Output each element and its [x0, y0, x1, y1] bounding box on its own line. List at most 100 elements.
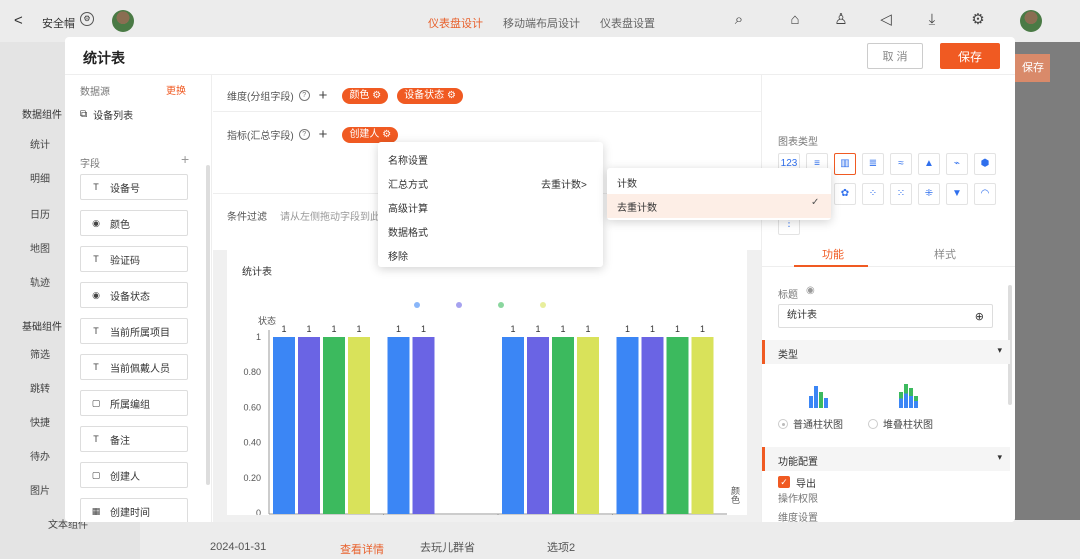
field-item[interactable]: T 设备号	[80, 174, 188, 200]
globe-icon[interactable]: ⊕	[975, 306, 984, 328]
submenu-item-distinct-count[interactable]: 去重计数	[617, 199, 657, 214]
filter-dropzone[interactable]: 请从左侧拖动字段到此	[280, 208, 380, 223]
sidebar-item-jump[interactable]: 跳转	[30, 380, 50, 395]
add-field-icon[interactable]: +	[181, 151, 189, 167]
filter-label: 条件过滤	[227, 212, 267, 223]
radio-selected[interactable]	[778, 418, 788, 429]
date-field-icon: ▦	[91, 505, 101, 516]
field-item[interactable]: ▢ 创建人	[80, 462, 188, 488]
chart-type-icon[interactable]: ✿	[834, 183, 856, 205]
sidebar-item-map[interactable]: 地图	[30, 240, 50, 255]
add-dimension-icon[interactable]: +	[319, 87, 328, 104]
announce-icon[interactable]: ◁	[877, 11, 895, 29]
tab-style[interactable]: 样式	[934, 246, 956, 262]
field-item[interactable]: T 当前所属项目	[80, 318, 188, 344]
chart-type-icon[interactable]: ⁙	[890, 183, 912, 205]
sidebar-item-todo[interactable]: 待办	[30, 448, 50, 463]
export-checkbox[interactable]: ✓	[778, 476, 790, 488]
data-label: 1	[510, 324, 515, 334]
help-icon[interactable]: ?	[298, 129, 310, 140]
title-label: 标题	[778, 290, 798, 301]
sidebar-item-track[interactable]: 轨迹	[30, 274, 50, 289]
tab-dashboard-settings[interactable]: 仪表盘设置	[600, 15, 655, 31]
field-item[interactable]: T 验证码	[80, 246, 188, 272]
dimension-chip[interactable]: 颜色 ⚙	[342, 87, 389, 104]
sidebar-item-image[interactable]: 图片	[30, 482, 50, 497]
field-item[interactable]: ▢ 所属编组	[80, 390, 188, 416]
tab-dashboard-design[interactable]: 仪表盘设计	[428, 15, 483, 31]
y-tick-label: 0.60	[243, 402, 261, 412]
save-button[interactable]: 保存	[940, 43, 1000, 69]
tab-function[interactable]: 功能	[822, 246, 844, 262]
data-label: 1	[650, 324, 655, 334]
chart-type-icon[interactable]: ≈	[890, 153, 912, 175]
radio-unselected[interactable]	[868, 418, 878, 429]
change-datasource-link[interactable]: 更换	[166, 82, 186, 97]
field-label: 设备状态	[110, 291, 150, 303]
chart-type-icon[interactable]: ◠	[974, 183, 996, 205]
field-label: 验证码	[110, 255, 140, 267]
user-avatar[interactable]	[1020, 10, 1042, 32]
sidebar-item-filter[interactable]: 筛选	[30, 346, 50, 361]
chart-type-icon[interactable]: ▥	[834, 153, 856, 175]
settings-icon[interactable]: ⚙	[969, 11, 987, 29]
legend-dot	[498, 302, 504, 308]
download-icon[interactable]: ⤓	[923, 11, 941, 29]
property-panel: 图表类型 123≡▥≣≈▲⌁⬢◕◯✿⁘⁙⁜▼◠⋮ 功能 样式 标题 ◉ 统计表 …	[761, 75, 1015, 522]
chart-type-icon[interactable]: ≣	[862, 153, 884, 175]
section-function[interactable]: 功能配置 ▾	[762, 447, 1010, 471]
field-item[interactable]: ▦ 创建时间	[80, 498, 188, 522]
bar	[641, 337, 664, 514]
stacked-bar-icon	[868, 384, 948, 408]
chart-type-icon[interactable]: ⌁	[946, 153, 968, 175]
dimension-chip[interactable]: 设备状态 ⚙	[397, 87, 463, 104]
field-item[interactable]: ◉ 颜色	[80, 210, 188, 236]
chart-type-icon[interactable]: ⁘	[862, 183, 884, 205]
sidebar-item-stat[interactable]: 统计	[30, 136, 50, 151]
menu-item-rename[interactable]: 名称设置	[388, 152, 428, 167]
divider	[213, 111, 761, 112]
submenu-item-count[interactable]: 计数	[617, 175, 637, 190]
home-icon[interactable]: ⌂	[786, 11, 804, 29]
theme-icon[interactable]: ♙	[832, 11, 850, 29]
variant-normal-bar[interactable]: 普通柱状图	[778, 384, 858, 431]
sidebar-item-shortcut[interactable]: 快捷	[30, 414, 50, 429]
help-icon[interactable]: ?	[298, 90, 310, 101]
row-text: 去玩儿群省	[420, 542, 475, 554]
chart-type-icon[interactable]: ⬢	[974, 153, 996, 175]
text-field-icon: T	[93, 362, 99, 372]
data-label: 1	[331, 324, 336, 334]
menu-item-remove[interactable]: 移除	[388, 248, 408, 263]
field-item[interactable]: ◉ 设备状态	[80, 282, 188, 308]
menu-item-aggregation[interactable]: 汇总方式	[388, 176, 428, 191]
metric-chip[interactable]: 创建人 ⚙	[342, 126, 399, 143]
tab-mobile-layout[interactable]: 移动端布局设计	[503, 15, 580, 31]
section-type[interactable]: 类型 ▾	[762, 340, 1010, 364]
search-icon[interactable]: ⌕	[730, 11, 748, 29]
field-scrollbar[interactable]	[206, 165, 210, 485]
sidebar-item-detail[interactable]: 明细	[30, 170, 50, 185]
title-input[interactable]: 统计表 ⊕	[778, 304, 993, 328]
menu-item-advanced[interactable]: 高级计算	[388, 200, 428, 215]
data-label: 1	[675, 324, 680, 334]
bar	[348, 337, 370, 514]
add-metric-icon[interactable]: +	[319, 126, 328, 143]
field-item[interactable]: T 备注	[80, 426, 188, 452]
radio-field-icon: ◉	[92, 289, 100, 300]
field-item[interactable]: T 当前佩戴人员	[80, 354, 188, 380]
aggregation-current[interactable]: 去重计数>	[541, 176, 587, 191]
back-icon[interactable]: <	[14, 12, 23, 29]
menu-item-format[interactable]: 数据格式	[388, 224, 428, 239]
eye-icon[interactable]: ◉	[806, 285, 815, 296]
chart-type-icon[interactable]: ▼	[946, 183, 968, 205]
app-settings-icon[interactable]: ⚙	[80, 12, 94, 26]
datasource-row[interactable]: ⧉ 设备列表	[80, 107, 133, 122]
avatar[interactable]	[112, 10, 134, 32]
app-name: 安全帽	[42, 18, 75, 30]
sidebar-item-calendar[interactable]: 日历	[30, 206, 50, 221]
chart-type-icon[interactable]: ⁜	[918, 183, 940, 205]
row-view-link[interactable]: 查看详情	[340, 541, 384, 557]
chart-type-icon[interactable]: ▲	[918, 153, 940, 175]
variant-stacked-bar[interactable]: 堆叠柱状图	[868, 384, 948, 431]
cancel-button[interactable]: 取 消	[867, 43, 923, 69]
